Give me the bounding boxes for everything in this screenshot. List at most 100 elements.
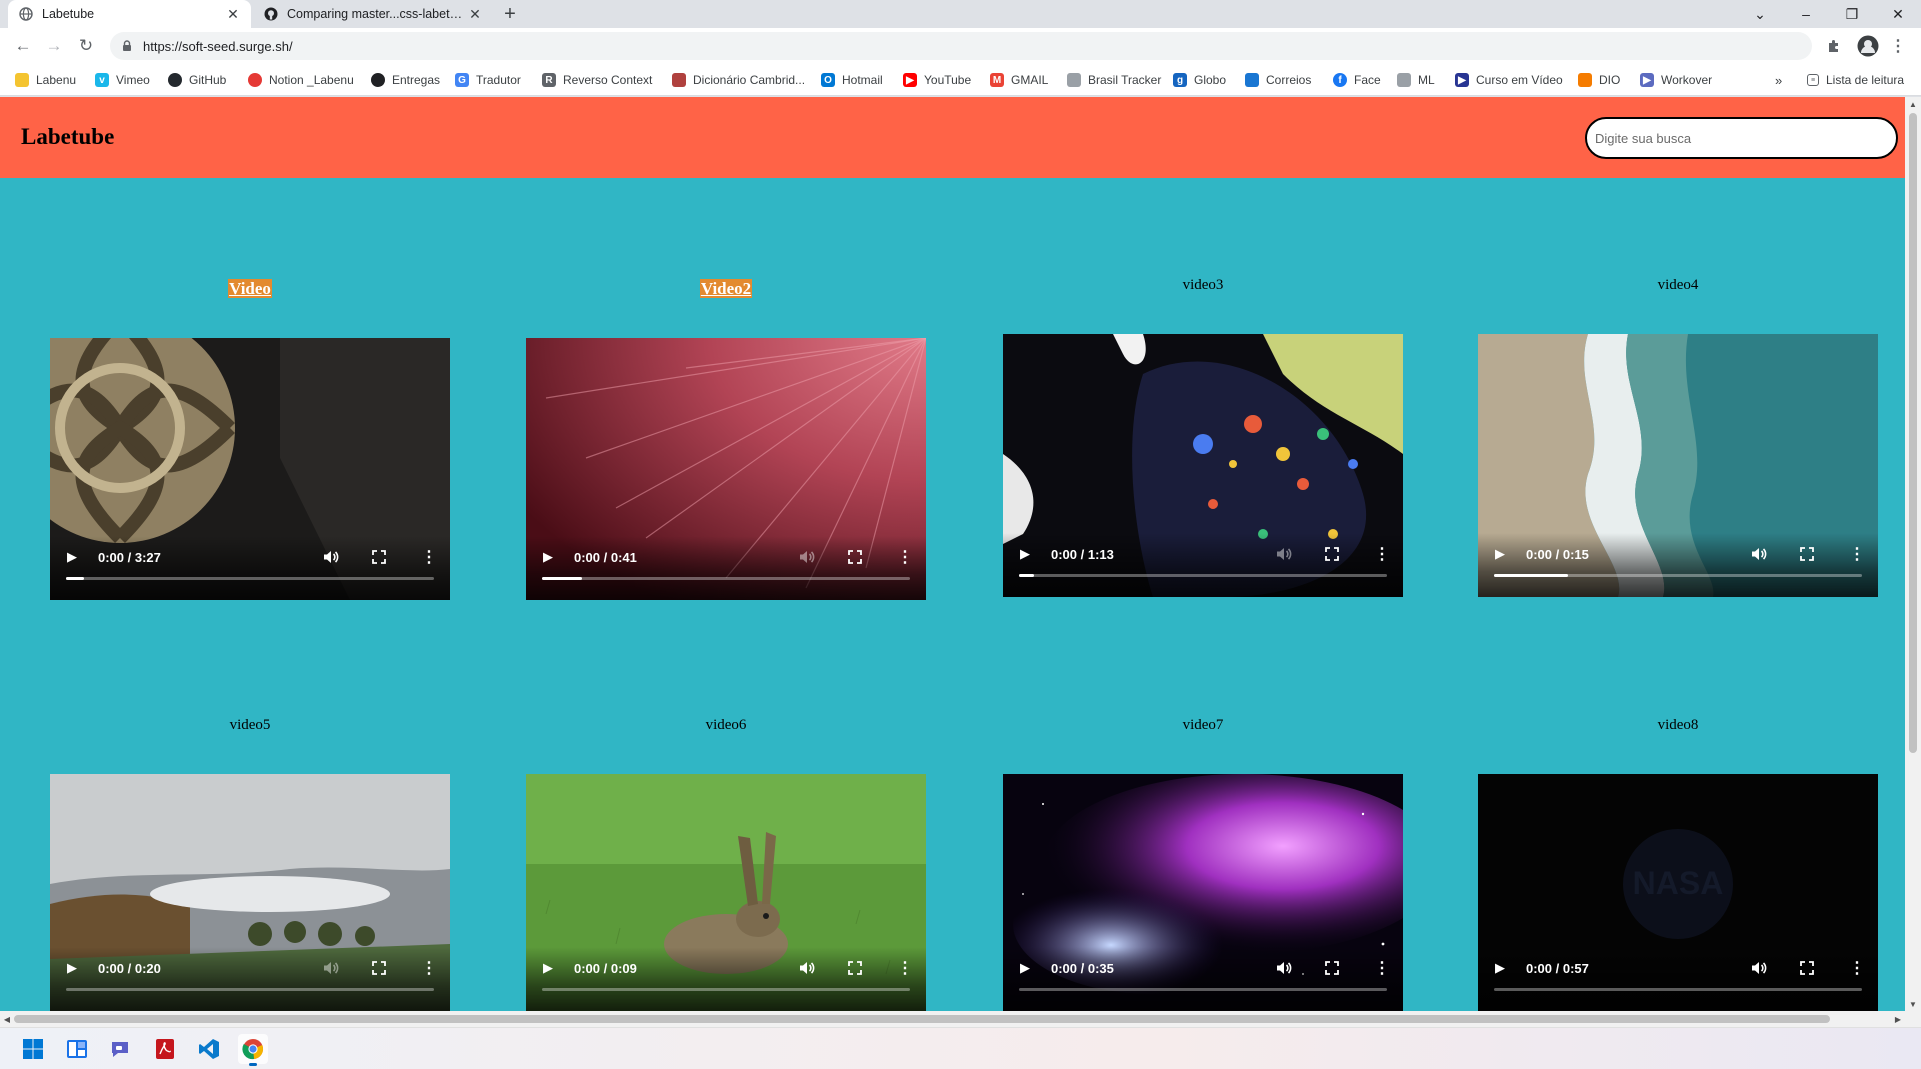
more-options-icon[interactable]: ⋮ bbox=[421, 548, 437, 566]
bookmark-item[interactable]: ▶ YouTube bbox=[903, 72, 971, 88]
play-icon[interactable]: ▶ bbox=[1492, 959, 1508, 977]
bookmark-item[interactable]: Dicionário Cambrid... bbox=[672, 72, 805, 88]
close-window-icon[interactable]: ✕ bbox=[1875, 0, 1921, 28]
forward-icon[interactable]: → bbox=[41, 34, 67, 58]
windows-start-icon[interactable] bbox=[18, 1034, 48, 1064]
volume-icon[interactable] bbox=[1750, 959, 1768, 977]
play-icon[interactable]: ▶ bbox=[64, 959, 80, 977]
bookmark-item[interactable]: Correios bbox=[1245, 72, 1311, 88]
scroll-thumb[interactable] bbox=[1909, 113, 1917, 753]
site-logo[interactable]: Labetube bbox=[21, 124, 114, 150]
video-player[interactable]: ▶ 0:00 / 0:41 ⋮ bbox=[526, 338, 926, 600]
restore-icon[interactable]: ❐ bbox=[1829, 0, 1875, 28]
video-player[interactable]: ▶ 0:00 / 3:27 ⋮ bbox=[50, 338, 450, 600]
play-icon[interactable]: ▶ bbox=[64, 548, 80, 566]
more-options-icon[interactable]: ⋮ bbox=[1849, 959, 1865, 977]
bookmark-item[interactable]: O Hotmail bbox=[821, 72, 883, 88]
video-progress-bar[interactable] bbox=[1494, 574, 1862, 577]
widgets-icon[interactable] bbox=[62, 1034, 92, 1064]
video-progress-bar[interactable] bbox=[1019, 574, 1387, 577]
close-tab-icon[interactable]: ✕ bbox=[467, 6, 483, 22]
scroll-right-icon[interactable]: ▶ bbox=[1891, 1011, 1905, 1027]
bookmark-item[interactable]: Notion _Labenu bbox=[248, 72, 354, 88]
bookmark-item[interactable]: R Reverso Context bbox=[542, 72, 652, 88]
teams-chat-icon[interactable] bbox=[105, 1034, 135, 1064]
vertical-scrollbar[interactable]: ▲ ▼ bbox=[1905, 97, 1921, 1011]
bookmark-item[interactable]: G Tradutor bbox=[455, 72, 521, 88]
fullscreen-icon[interactable] bbox=[846, 548, 864, 566]
video-player[interactable]: ▶ 0:00 / 0:20 ⋮ bbox=[50, 774, 450, 1011]
bookmark-item[interactable]: f Face bbox=[1333, 72, 1381, 88]
video-player[interactable]: NASA ▶ 0:00 / 0:57 ⋮ bbox=[1478, 774, 1878, 1011]
play-icon[interactable]: ▶ bbox=[1017, 545, 1033, 563]
fullscreen-icon[interactable] bbox=[1323, 959, 1341, 977]
bookmark-item[interactable]: GitHub bbox=[168, 72, 226, 88]
bookmark-item[interactable]: g Globo bbox=[1173, 72, 1226, 88]
video-progress-bar[interactable] bbox=[542, 577, 910, 580]
tab-search-icon[interactable]: ⌄ bbox=[1737, 0, 1783, 28]
back-icon[interactable]: ← bbox=[10, 34, 36, 58]
play-icon[interactable]: ▶ bbox=[540, 548, 556, 566]
fullscreen-icon[interactable] bbox=[1798, 959, 1816, 977]
bookmark-item[interactable]: Entregas bbox=[371, 72, 440, 88]
play-icon[interactable]: ▶ bbox=[540, 959, 556, 977]
tab-comparing[interactable]: Comparing master...css-labetube ✕ bbox=[253, 0, 493, 28]
video-player[interactable]: ▶ 0:00 / 1:13 ⋮ bbox=[1003, 334, 1403, 597]
vscode-icon[interactable] bbox=[194, 1034, 224, 1064]
more-bookmarks-icon[interactable]: » bbox=[1775, 72, 1782, 88]
fullscreen-icon[interactable] bbox=[1323, 545, 1341, 563]
browser-menu-icon[interactable]: ⋮ bbox=[1886, 34, 1910, 58]
video-player[interactable]: ▶ 0:00 / 0:35 ⋮ bbox=[1003, 774, 1403, 1011]
minimize-icon[interactable]: – bbox=[1783, 0, 1829, 28]
new-tab-button[interactable]: + bbox=[497, 2, 523, 26]
search-input[interactable] bbox=[1585, 117, 1898, 159]
more-options-icon[interactable]: ⋮ bbox=[1374, 545, 1390, 563]
volume-icon[interactable] bbox=[1275, 959, 1293, 977]
bookmark-item[interactable]: Labenu bbox=[15, 72, 76, 88]
bookmark-item[interactable]: ▶ Curso em Vídeo bbox=[1455, 72, 1563, 88]
bookmark-item[interactable]: DIO bbox=[1578, 72, 1620, 88]
site-info-icon[interactable] bbox=[120, 39, 134, 53]
volume-icon[interactable] bbox=[322, 548, 340, 566]
bookmark-item[interactable]: ML bbox=[1397, 72, 1435, 88]
acrobat-icon[interactable] bbox=[150, 1034, 180, 1064]
scroll-up-icon[interactable]: ▲ bbox=[1905, 97, 1921, 111]
play-icon[interactable]: ▶ bbox=[1492, 545, 1508, 563]
volume-icon[interactable] bbox=[798, 959, 816, 977]
horizontal-scrollbar[interactable]: ◀ ▶ bbox=[0, 1011, 1921, 1027]
fullscreen-icon[interactable] bbox=[370, 548, 388, 566]
video-progress-bar[interactable] bbox=[1494, 988, 1862, 991]
more-options-icon[interactable]: ⋮ bbox=[1849, 545, 1865, 563]
more-options-icon[interactable]: ⋮ bbox=[897, 959, 913, 977]
volume-icon[interactable] bbox=[1275, 545, 1293, 563]
video-progress-bar[interactable] bbox=[1019, 988, 1387, 991]
profile-avatar[interactable] bbox=[1856, 34, 1880, 58]
more-options-icon[interactable]: ⋮ bbox=[1374, 959, 1390, 977]
fullscreen-icon[interactable] bbox=[1798, 545, 1816, 563]
chrome-icon[interactable] bbox=[238, 1034, 268, 1066]
bookmark-item[interactable]: v Vimeo bbox=[95, 72, 150, 88]
volume-icon[interactable] bbox=[798, 548, 816, 566]
reload-icon[interactable]: ↻ bbox=[73, 34, 99, 58]
tab-labetube[interactable]: Labetube ✕ bbox=[8, 0, 251, 28]
volume-icon[interactable] bbox=[322, 959, 340, 977]
bookmark-item[interactable]: Brasil Tracker bbox=[1067, 72, 1161, 88]
fullscreen-icon[interactable] bbox=[846, 959, 864, 977]
more-options-icon[interactable]: ⋮ bbox=[897, 548, 913, 566]
reading-list-button[interactable]: ≡ Lista de leitura bbox=[1807, 72, 1904, 88]
play-icon[interactable]: ▶ bbox=[1017, 959, 1033, 977]
scroll-left-icon[interactable]: ◀ bbox=[0, 1011, 14, 1027]
video-progress-bar[interactable] bbox=[542, 988, 910, 991]
extensions-icon[interactable] bbox=[1822, 34, 1846, 58]
fullscreen-icon[interactable] bbox=[370, 959, 388, 977]
close-tab-icon[interactable]: ✕ bbox=[225, 6, 241, 22]
volume-icon[interactable] bbox=[1750, 545, 1768, 563]
more-options-icon[interactable]: ⋮ bbox=[421, 959, 437, 977]
video-player[interactable]: ▶ 0:00 / 0:15 ⋮ bbox=[1478, 334, 1878, 597]
scroll-thumb[interactable] bbox=[14, 1015, 1830, 1023]
video-progress-bar[interactable] bbox=[66, 577, 434, 580]
bookmark-item[interactable]: ▶ Workover bbox=[1640, 72, 1712, 88]
video-player[interactable]: ▶ 0:00 / 0:09 ⋮ bbox=[526, 774, 926, 1011]
video-progress-bar[interactable] bbox=[66, 988, 434, 991]
address-bar[interactable]: https://soft-seed.surge.sh/ bbox=[110, 32, 1812, 60]
